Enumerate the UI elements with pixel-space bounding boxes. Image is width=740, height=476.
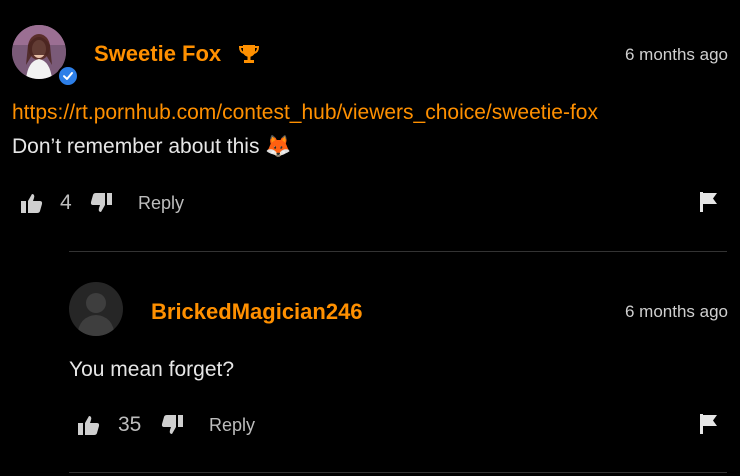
divider — [69, 472, 727, 473]
comment-username[interactable]: Sweetie Fox — [94, 41, 221, 67]
comment-username[interactable]: BrickedMagician246 — [151, 299, 363, 325]
fox-emoji: 🦊 — [265, 135, 292, 158]
trophy-icon — [237, 42, 261, 66]
comment-timestamp: 6 months ago — [624, 45, 728, 64]
avatar[interactable] — [69, 282, 123, 336]
thumbs-down-icon[interactable] — [160, 414, 184, 436]
thumbs-up-icon[interactable] — [20, 192, 44, 214]
divider — [69, 251, 727, 252]
like-count: 35 — [118, 413, 142, 436]
comment-timestamp: 6 months ago — [624, 302, 728, 321]
flag-icon[interactable] — [698, 191, 720, 213]
thumbs-up-icon[interactable] — [77, 414, 101, 436]
comment-link[interactable]: https://rt.pornhub.com/contest_hub/viewe… — [12, 101, 598, 125]
comment-text: You mean forget? — [69, 358, 235, 381]
comment-body: Don’t remember about this 🦊 — [12, 135, 291, 159]
verified-badge-icon — [57, 65, 79, 87]
comment-text: Don’t remember about this — [12, 135, 260, 158]
like-count: 4 — [60, 191, 72, 214]
flag-icon[interactable] — [698, 413, 720, 435]
thumbs-down-icon[interactable] — [89, 192, 113, 214]
reply-button[interactable]: Reply — [209, 415, 255, 436]
reply-button[interactable]: Reply — [138, 193, 184, 214]
